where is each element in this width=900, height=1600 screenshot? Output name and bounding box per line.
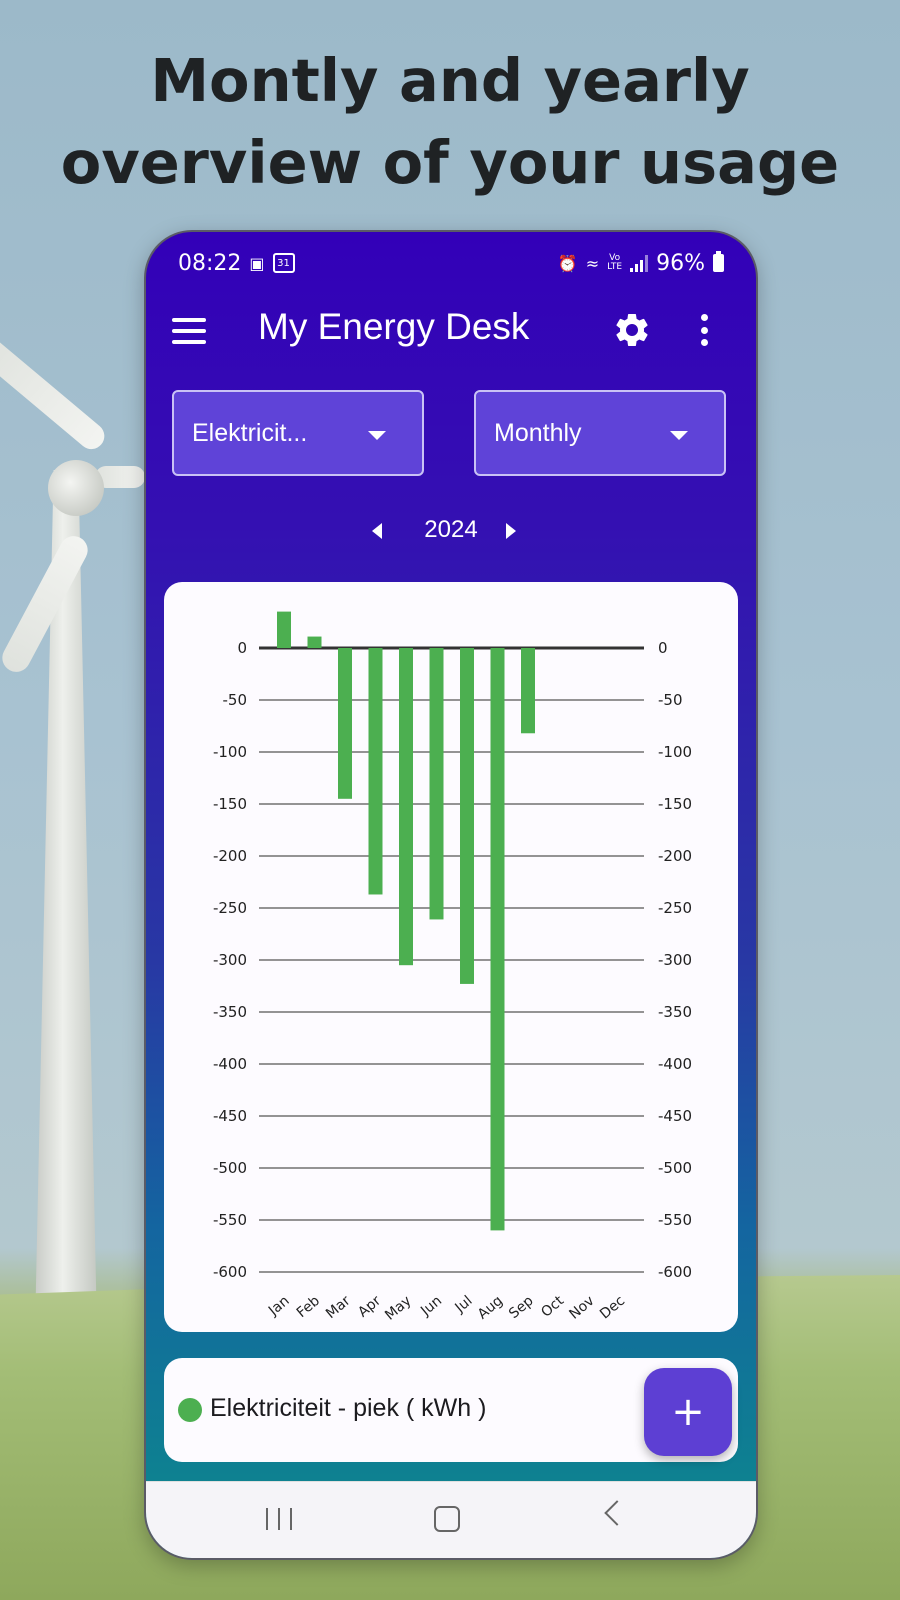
phone-frame: 08:22 ▣ 31 ⏰ ≈ Vo LTE 96% My Energy Desk … (144, 230, 758, 1560)
chart-card: 0 0 -50 -50 -100 -100 -150 -150 -200 -200 -250 -250… (164, 582, 738, 1332)
y-tick-label-left: -500 (213, 1159, 247, 1177)
bar (460, 648, 474, 984)
battery-percentage: 96% (656, 250, 705, 276)
y-tick-label-right: -550 (658, 1211, 692, 1229)
x-tick-label: Jul (452, 1293, 476, 1317)
bar (429, 648, 444, 920)
calendar-icon: 31 (272, 253, 295, 273)
y-tick-label-left: -200 (213, 847, 247, 865)
status-time: 08:22 (178, 250, 242, 276)
x-tick-label: Oct (538, 1292, 567, 1320)
system-nav-bar (146, 1481, 756, 1558)
wifi-icon: ≈ (585, 253, 600, 273)
recent-apps-icon[interactable] (266, 1508, 292, 1530)
y-tick-label-left: -50 (223, 691, 248, 709)
headline-line-2: overview of your usage (60, 128, 840, 197)
y-tick-label-right: -600 (658, 1263, 692, 1281)
bar (368, 648, 383, 895)
year-label: 2024 (424, 516, 478, 543)
gear-icon[interactable] (612, 310, 652, 350)
y-tick-label-right: -250 (658, 899, 692, 917)
bar-chart: 0 0 -50 -50 -100 -100 -150 -150 -200 -200 -250 -250… (213, 611, 692, 1324)
headline: Montly and yearly overview of your usage (0, 40, 900, 204)
volte-icon: Vo LTE (607, 253, 623, 272)
y-tick-label-left: -300 (213, 951, 247, 969)
y-tick-label-right: -200 (658, 847, 692, 865)
y-tick-label-left: -150 (213, 795, 247, 813)
chevron-down-icon (670, 431, 688, 440)
signal-icon (630, 254, 649, 272)
y-tick-label-right: -350 (658, 1003, 692, 1021)
y-tick-label-right: -450 (658, 1107, 692, 1125)
y-tick-label-right: -50 (658, 691, 683, 709)
add-button[interactable]: + (644, 1368, 732, 1456)
back-icon[interactable] (604, 1500, 630, 1526)
next-year-arrow-icon[interactable] (506, 523, 516, 539)
y-tick-label-left: 0 (237, 639, 247, 657)
y-tick-label-left: -600 (213, 1263, 247, 1281)
y-tick-label-left: -100 (213, 743, 247, 761)
x-tick-label: Jan (265, 1293, 293, 1320)
bar (399, 648, 413, 966)
app-title: My Energy Desk (258, 306, 530, 347)
alarm-icon: ⏰ (557, 253, 578, 273)
y-tick-label-right: -100 (658, 743, 692, 761)
wind-turbine-blade (0, 331, 110, 455)
legend-label: Elektriciteit - piek ( kWh ) (210, 1394, 487, 1422)
period-value: Monthly (494, 418, 582, 447)
bar (338, 648, 352, 799)
year-navigator: 2024 (146, 512, 756, 552)
x-tick-label: Feb (294, 1293, 323, 1321)
x-tick-label: Apr (355, 1293, 384, 1321)
battery-icon (713, 251, 724, 272)
image-icon: ▣ (249, 253, 265, 273)
y-tick-label-left: -250 (213, 899, 247, 917)
y-tick-label-left: -450 (213, 1107, 247, 1125)
y-tick-label-left: -550 (213, 1211, 247, 1229)
chevron-down-icon (368, 431, 386, 440)
bar (521, 648, 535, 734)
bar (307, 636, 322, 648)
headline-line-1: Montly and yearly (150, 46, 750, 115)
y-tick-label-right: -150 (658, 795, 692, 813)
legend-color-dot (178, 1398, 202, 1422)
x-tick-label: Jun (417, 1293, 445, 1320)
home-icon[interactable] (434, 1506, 460, 1532)
bar (277, 611, 291, 648)
app-bar: My Energy Desk (146, 298, 756, 368)
x-tick-label: Dec (597, 1293, 628, 1323)
bar (490, 648, 505, 1231)
menu-icon[interactable] (172, 318, 206, 346)
x-tick-label: May (382, 1293, 414, 1324)
y-tick-label-left: -350 (213, 1003, 247, 1021)
x-tick-label: Nov (566, 1293, 597, 1323)
wind-turbine-hub (48, 460, 104, 516)
y-tick-label-left: -400 (213, 1055, 247, 1073)
energy-type-value: Elektricit... (192, 418, 308, 447)
energy-type-dropdown[interactable]: Elektricit... (172, 390, 424, 476)
y-tick-label-right: -300 (658, 951, 692, 969)
y-tick-label-right: 0 (658, 639, 668, 657)
y-tick-label-right: -500 (658, 1159, 692, 1177)
x-tick-label: Sep (506, 1293, 537, 1322)
more-vert-icon[interactable] (694, 310, 714, 350)
x-tick-label: Aug (475, 1293, 506, 1323)
y-tick-label-right: -400 (658, 1055, 692, 1073)
status-bar: 08:22 ▣ 31 ⏰ ≈ Vo LTE 96% (178, 246, 724, 280)
period-dropdown[interactable]: Monthly (474, 390, 726, 476)
x-tick-label: Mar (323, 1293, 354, 1322)
